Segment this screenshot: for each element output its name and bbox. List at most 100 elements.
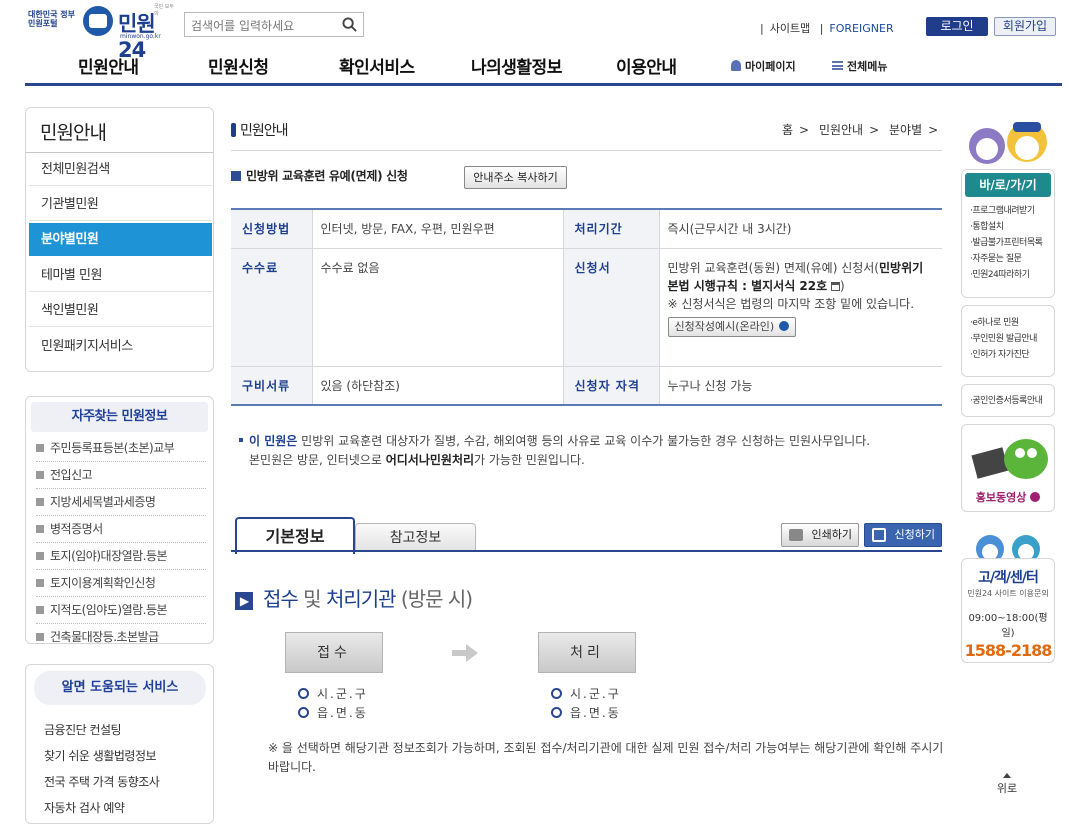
method-value: 인터넷, 방문, FAX, 우편, 민원우편 xyxy=(311,209,563,249)
main-nav: 민원안내 민원신청 확인서비스 나의생활정보 이용안내 마이페이지 전체메뉴 xyxy=(25,44,1062,86)
period-label: 처리기간 xyxy=(562,209,659,249)
apply-button[interactable]: 신청하기 xyxy=(864,523,942,547)
back-to-top-button[interactable]: 위로 xyxy=(995,773,1019,796)
user-icon xyxy=(731,60,741,71)
service-links-panel: ·e하나로 민원 ·무인민원 발급안내 ·인허가 자가진단 xyxy=(961,305,1055,377)
bullet-icon xyxy=(36,633,44,641)
org-item[interactable]: 읍.면.동 xyxy=(298,704,368,721)
help-item[interactable]: 금융진단 컨설팅 xyxy=(44,721,122,738)
nav-item-life[interactable]: 나의생활정보 xyxy=(471,53,562,78)
print-button[interactable]: 인쇄하기 xyxy=(781,523,859,547)
allmenu-link[interactable]: 전체메뉴 xyxy=(832,58,887,74)
desc-text3: 가 가능한 민원입니다. xyxy=(474,453,585,467)
customer-center-panel: 고/객/센/터 민원24 사이트 이용문의 09:00~18:00(평일) 15… xyxy=(961,558,1055,663)
magnifier-icon[interactable] xyxy=(551,707,562,718)
tab-basic-info[interactable]: 기본정보 xyxy=(235,517,355,554)
desc-lead: 이 민원은 xyxy=(249,434,298,448)
service-link[interactable]: ·e하나로 민원 xyxy=(962,315,1054,331)
form-example-label: 신청작성예시(온라인) xyxy=(674,319,775,333)
search-box[interactable]: 검색어를 입력하세요 xyxy=(184,12,364,37)
frequent-item[interactable]: 병적증명서 xyxy=(36,516,206,543)
help-title: 알면 도움되는 서비스 xyxy=(34,671,206,705)
login-button[interactable]: 로그인 xyxy=(926,17,988,36)
mascot-image xyxy=(976,535,1040,559)
form-cell: 민방위 교육훈련(동원) 면제(유예) 신청서(민방위기본법 시행규칙 : 별지… xyxy=(658,248,942,367)
who-label: 신청자 자격 xyxy=(562,366,659,405)
allmenu-label: 전체메뉴 xyxy=(847,60,888,73)
help-item[interactable]: 자동차 검사 예약 xyxy=(44,799,125,816)
left-nav-item-index[interactable]: 색인별민원 xyxy=(29,294,212,327)
nav-item-confirm[interactable]: 확인서비스 xyxy=(339,53,415,78)
org-label: 시.군.구 xyxy=(570,687,621,701)
desc-text2: 본민원은 방문, 인터넷으로 xyxy=(249,453,386,467)
org-label: 시.군.구 xyxy=(317,687,368,701)
foreigner-link[interactable]: FOREIGNER xyxy=(829,22,893,35)
cert-link[interactable]: ·공인인증서등록안내 xyxy=(962,393,1054,409)
frequent-item[interactable]: 토지이용계획확인신청 xyxy=(36,570,206,597)
document-icon[interactable] xyxy=(830,281,840,291)
nav-item-guide[interactable]: 민원안내 xyxy=(78,53,139,78)
frequent-item[interactable]: 지적도(임야도)열람.등본 xyxy=(36,597,206,624)
frequent-panel: 자주찾는 민원정보 주민등록표등본(초본)교부 전입신고 지방세세목별과세증명 … xyxy=(25,396,214,644)
org-item[interactable]: 읍.면.동 xyxy=(551,704,621,721)
frequent-item[interactable]: 지방세세목별과세증명 xyxy=(36,489,206,516)
quick-link[interactable]: ·민원24따라하기 xyxy=(962,267,1054,283)
chevron-right-icon: > xyxy=(928,123,939,137)
left-nav-item-field[interactable]: 분야별민원 xyxy=(29,223,212,256)
left-nav-title: 민원안내 xyxy=(40,122,107,144)
play-icon xyxy=(1030,492,1041,502)
org-item[interactable]: 시.군.구 xyxy=(298,685,368,702)
bullet-icon xyxy=(36,444,44,452)
mypage-link[interactable]: 마이페이지 xyxy=(731,58,796,74)
left-nav-item-all[interactable]: 전체민원검색 xyxy=(29,153,212,186)
section-title-a: 접수 xyxy=(263,587,299,611)
service-link[interactable]: ·무인민원 발급안내 xyxy=(962,331,1054,347)
service-link[interactable]: ·인허가 자가진단 xyxy=(962,347,1054,363)
frequent-item[interactable]: 전입신고 xyxy=(36,462,206,489)
quick-link[interactable]: ·자주묻는 질문 xyxy=(962,251,1054,267)
search-input[interactable]: 검색어를 입력하세요 xyxy=(191,17,294,34)
breadcrumb-home[interactable]: 홈 xyxy=(782,123,793,137)
copy-url-button[interactable]: 안내주소 복사하기 xyxy=(464,166,567,189)
tab-reference-info[interactable]: 참고정보 xyxy=(355,523,476,552)
divider xyxy=(231,150,942,151)
nav-item-apply[interactable]: 민원신청 xyxy=(208,53,269,78)
service-description: 이 민원은 민방위 교육훈련 대상자가 질병, 수감, 해외여행 등의 사유로 … xyxy=(239,432,939,470)
title-bar-icon xyxy=(231,123,236,137)
breadcrumb-item[interactable]: 분야별 xyxy=(889,123,922,137)
docs-value: 있음 (하단참조) xyxy=(311,366,563,405)
promo-video-panel[interactable]: 홍보동영상 xyxy=(961,424,1055,512)
help-item[interactable]: 전국 주택 가격 동향조사 xyxy=(44,773,160,790)
help-item[interactable]: 찾기 쉬운 생활법령정보 xyxy=(44,747,157,764)
magnifier-icon[interactable] xyxy=(298,707,309,718)
join-button[interactable]: 회원가입 xyxy=(994,17,1056,36)
section-title-d: (방문 시) xyxy=(400,587,473,611)
breadcrumb-item[interactable]: 민원안내 xyxy=(819,123,863,137)
quick-link[interactable]: ·통합설치 xyxy=(962,219,1054,235)
frequent-title: 자주찾는 민원정보 xyxy=(31,402,208,432)
customer-center-phone: 1588-2188 xyxy=(964,641,1053,660)
frequent-item[interactable]: 토지(임야)대장열람.등본 xyxy=(36,543,206,570)
frequent-item[interactable]: 주민등록표등본(초본)교부 xyxy=(36,435,206,462)
page-title: 민원안내 xyxy=(231,120,289,140)
left-nav-item-package[interactable]: 민원패키지서비스 xyxy=(29,330,212,363)
nav-item-help[interactable]: 이용안내 xyxy=(616,53,677,78)
site-logo[interactable]: 대한민국 정부민원포털 국민 모두의 민원24 minwon.go.kr xyxy=(28,4,178,62)
magnifier-icon[interactable] xyxy=(298,688,309,699)
frequent-item[interactable]: 건축물대장등.초본발급 xyxy=(36,624,206,651)
org-item[interactable]: 시.군.구 xyxy=(551,685,621,702)
magnifier-icon[interactable] xyxy=(551,688,562,699)
back-to-top-label: 위로 xyxy=(996,782,1018,795)
left-nav-item-theme[interactable]: 테마별 민원 xyxy=(29,259,212,292)
left-nav-item-agency[interactable]: 기관별민원 xyxy=(29,188,212,221)
sitemap-link[interactable]: 사이트맵 xyxy=(770,22,810,35)
quick-link[interactable]: ·발급불가프린터목록 xyxy=(962,235,1054,251)
fee-value: 수수료 없음 xyxy=(311,248,563,367)
logo-url: minwon.go.kr xyxy=(120,33,161,40)
printer-icon xyxy=(789,529,803,541)
quick-link[interactable]: ·프로그램내려받기 xyxy=(962,203,1054,219)
form-example-button[interactable]: 신청작성예시(온라인) xyxy=(667,316,797,337)
bullet-icon xyxy=(36,525,44,533)
search-icon[interactable] xyxy=(342,17,357,32)
apply-label: 신청하기 xyxy=(894,528,935,541)
